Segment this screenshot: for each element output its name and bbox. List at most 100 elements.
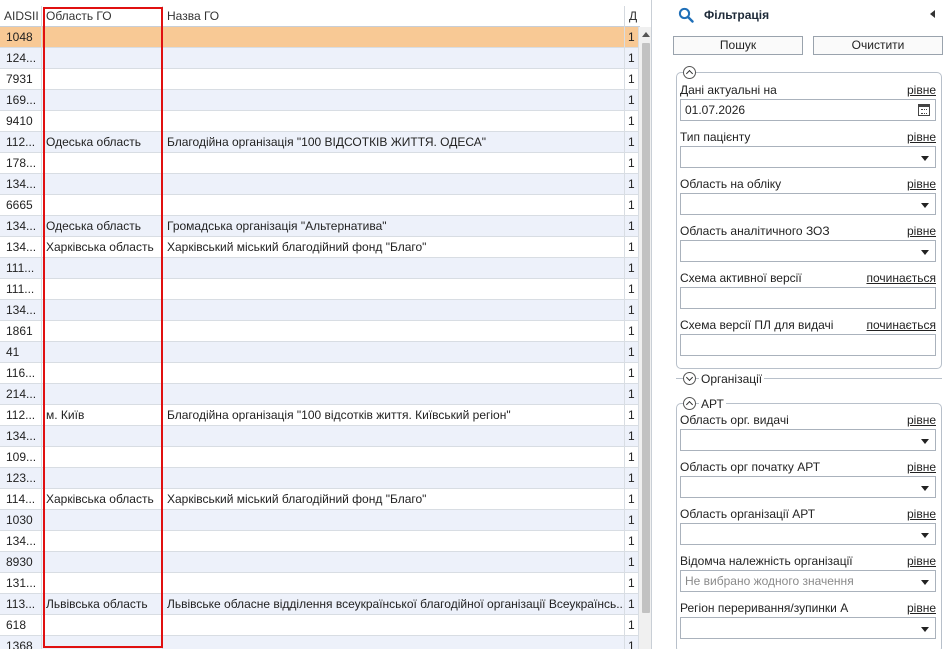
- date-input[interactable]: 01.07.2026: [680, 99, 936, 121]
- table-row[interactable]: 134... Харківська область Харківський місь…: [0, 237, 640, 258]
- table-row[interactable]: 116... 1: [0, 363, 640, 384]
- table-row[interactable]: 1048 1: [0, 27, 640, 48]
- filter-mode-link[interactable]: рівне: [907, 224, 936, 238]
- table-row[interactable]: 169... 1: [0, 90, 640, 111]
- filter-mode-link[interactable]: рівне: [907, 413, 936, 427]
- filter-mode-link[interactable]: починається: [866, 318, 936, 332]
- cell-nazva-go: [163, 468, 625, 488]
- table-row[interactable]: 112... Одеська область Благодійна організа…: [0, 132, 640, 153]
- column-header-aidsii[interactable]: AIDSII: [0, 6, 42, 27]
- filter-mode-link[interactable]: рівне: [907, 130, 936, 144]
- vertical-scrollbar[interactable]: [638, 27, 651, 649]
- filter-select[interactable]: [680, 617, 936, 639]
- cell-oblast-go: Львівська область: [42, 594, 163, 614]
- table-row[interactable]: 1030 1: [0, 510, 640, 531]
- dropdown-arrow-icon[interactable]: [921, 533, 929, 538]
- cell-oblast-go: [42, 531, 163, 551]
- table-row[interactable]: 7931 1: [0, 69, 640, 90]
- table-row[interactable]: 134... 1: [0, 300, 640, 321]
- dropdown-arrow-icon[interactable]: [921, 250, 929, 255]
- table-row[interactable]: 131... 1: [0, 573, 640, 594]
- search-button[interactable]: Пошук: [673, 36, 803, 55]
- cell-aidsii: 134...: [0, 531, 42, 551]
- cell-nazva-go: [163, 69, 625, 89]
- column-header-nazva-go[interactable]: Назва ГО: [163, 6, 625, 27]
- filter-mode-link[interactable]: рівне: [907, 460, 936, 474]
- table-row[interactable]: 114... Харківська область Харківський місь…: [0, 489, 640, 510]
- filter-mode-link[interactable]: рівне: [907, 83, 936, 97]
- cell-nazva-go: [163, 363, 625, 383]
- table-row[interactable]: 111... 1: [0, 279, 640, 300]
- clear-button[interactable]: Очистити: [813, 36, 943, 55]
- filter-mode-link[interactable]: рівне: [907, 177, 936, 191]
- cell-oblast-go: м. Київ: [42, 405, 163, 425]
- group-toggle-icon[interactable]: [683, 397, 696, 410]
- dropdown-arrow-icon[interactable]: [921, 580, 929, 585]
- group-toggle-icon[interactable]: [683, 66, 696, 79]
- dropdown-arrow-icon[interactable]: [921, 203, 929, 208]
- collapse-arrow-icon[interactable]: [930, 10, 935, 18]
- cell-nazva-go: [163, 510, 625, 530]
- filter-select[interactable]: [680, 240, 936, 262]
- table-row[interactable]: 6665 1: [0, 195, 640, 216]
- scroll-up-icon[interactable]: [642, 32, 650, 37]
- calendar-icon[interactable]: [918, 104, 930, 116]
- dropdown-arrow-icon[interactable]: [921, 486, 929, 491]
- cell-aidsii: 178...: [0, 153, 42, 173]
- scrollbar-thumb[interactable]: [642, 43, 650, 613]
- table-row[interactable]: 9410 1: [0, 111, 640, 132]
- table-row[interactable]: 1368 1: [0, 636, 640, 649]
- table-row[interactable]: 111... 1: [0, 258, 640, 279]
- table-row[interactable]: 124... 1: [0, 48, 640, 69]
- dropdown-arrow-icon[interactable]: [921, 439, 929, 444]
- filter-mode-link[interactable]: рівне: [907, 507, 936, 521]
- table-row[interactable]: 134... 1: [0, 426, 640, 447]
- table-row[interactable]: 1861 1: [0, 321, 640, 342]
- filter-select[interactable]: [680, 429, 936, 451]
- text-input[interactable]: [680, 287, 936, 309]
- group-toggle-icon[interactable]: [683, 372, 696, 385]
- cell-oblast-go: [42, 615, 163, 635]
- filter-select[interactable]: [680, 523, 936, 545]
- cell-oblast-go: [42, 552, 163, 572]
- table-row[interactable]: 134... 1: [0, 174, 640, 195]
- filter-select[interactable]: Не вибрано жодного значення: [680, 570, 936, 592]
- cell-aidsii: 1368: [0, 636, 42, 649]
- cell-aidsii: 116...: [0, 363, 42, 383]
- cell-oblast-go: [42, 510, 163, 530]
- table-row[interactable]: 618 1: [0, 615, 640, 636]
- filter-label: Область орг початку АРТ: [680, 460, 821, 474]
- filter-select[interactable]: [680, 193, 936, 215]
- filter-select[interactable]: [680, 476, 936, 498]
- cell-nazva-go: [163, 531, 625, 551]
- text-input[interactable]: [680, 334, 936, 356]
- table-row[interactable]: 113... Львівська область Львівське обласне…: [0, 594, 640, 615]
- cell-nazva-go: [163, 573, 625, 593]
- table-row[interactable]: 178... 1: [0, 153, 640, 174]
- filter-mode-link[interactable]: починається: [866, 271, 936, 285]
- filter-label: Тип пацієнту: [680, 130, 751, 144]
- table-row[interactable]: 134... 1: [0, 531, 640, 552]
- date-value: 01.07.2026: [685, 103, 746, 117]
- column-header-d[interactable]: Д: [625, 6, 640, 27]
- cell-nazva-go: [163, 27, 625, 47]
- dropdown-arrow-icon[interactable]: [921, 156, 929, 161]
- table-row[interactable]: 214... 1: [0, 384, 640, 405]
- column-header-oblast-go[interactable]: Область ГО: [42, 6, 163, 27]
- dropdown-arrow-icon[interactable]: [921, 627, 929, 632]
- table-row[interactable]: 134... Одеська область Громадська організа…: [0, 216, 640, 237]
- table-row[interactable]: 112... м. Київ Благодійна організація "100…: [0, 405, 640, 426]
- cell-nazva-go: [163, 48, 625, 68]
- filter-mode-link[interactable]: рівне: [907, 554, 936, 568]
- filter-mode-link[interactable]: рівне: [907, 601, 936, 615]
- grid-body: 1048 1 124... 1 7931 1 169... 1 9410 1 112... Одесь…: [0, 27, 640, 649]
- cell-oblast-go: [42, 342, 163, 362]
- cell-aidsii: 6665: [0, 195, 42, 215]
- table-row[interactable]: 123... 1: [0, 468, 640, 489]
- table-row[interactable]: 41 1: [0, 342, 640, 363]
- cell-nazva-go: Харківський міський благодійний фонд "Бл…: [163, 489, 625, 509]
- filter-select[interactable]: [680, 146, 936, 168]
- filter-label: Область на обліку: [680, 177, 782, 191]
- table-row[interactable]: 8930 1: [0, 552, 640, 573]
- table-row[interactable]: 109... 1: [0, 447, 640, 468]
